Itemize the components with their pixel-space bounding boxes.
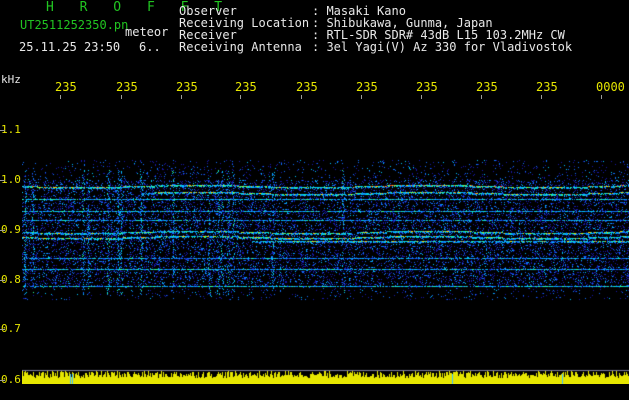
x-tick-mark bbox=[421, 95, 422, 99]
x-tick-label: 235 bbox=[116, 80, 138, 94]
x-tick-mark bbox=[301, 95, 302, 99]
y-tick-mark bbox=[0, 280, 5, 281]
filename-label: UT2511252350.pn bbox=[20, 18, 129, 32]
x-tick-mark bbox=[361, 95, 362, 99]
x-tick-label: 235 bbox=[356, 80, 378, 94]
x-tick-label: 235 bbox=[476, 80, 498, 94]
antenna-label: Receiving Antenna bbox=[179, 40, 302, 54]
x-tick-mark bbox=[60, 95, 61, 99]
antenna-value: : 3el Yagi(V) Az 330 for Vladivostok bbox=[312, 40, 573, 54]
x-tick-label: 235 bbox=[536, 80, 558, 94]
x-tick-mark bbox=[541, 95, 542, 99]
datetime-label: 25.11.25 23:50 bbox=[19, 40, 121, 54]
x-tick-label: 0000 bbox=[596, 80, 625, 94]
x-tick-label: 235 bbox=[416, 80, 438, 94]
y-tick-mark bbox=[0, 180, 5, 181]
x-tick-label: 235 bbox=[296, 80, 318, 94]
y-tick-mark bbox=[0, 130, 5, 131]
x-tick-mark bbox=[240, 95, 241, 99]
x-tick-mark bbox=[121, 95, 122, 99]
x-tick-label: 235 bbox=[55, 80, 77, 94]
y-tick-mark bbox=[0, 329, 5, 330]
x-tick-mark bbox=[481, 95, 482, 99]
spectrogram-waterfall[interactable] bbox=[22, 100, 629, 384]
x-tick-mark bbox=[601, 95, 602, 99]
y-tick-mark bbox=[0, 230, 5, 231]
y-unit-label: kHz bbox=[1, 73, 21, 86]
x-tick-mark bbox=[181, 95, 182, 99]
y-tick-mark bbox=[0, 380, 5, 381]
x-tick-label: 235 bbox=[176, 80, 198, 94]
x-tick-label: 235 bbox=[235, 80, 257, 94]
extra-label: 6.. bbox=[139, 40, 161, 54]
mode-label: meteor bbox=[125, 25, 169, 39]
